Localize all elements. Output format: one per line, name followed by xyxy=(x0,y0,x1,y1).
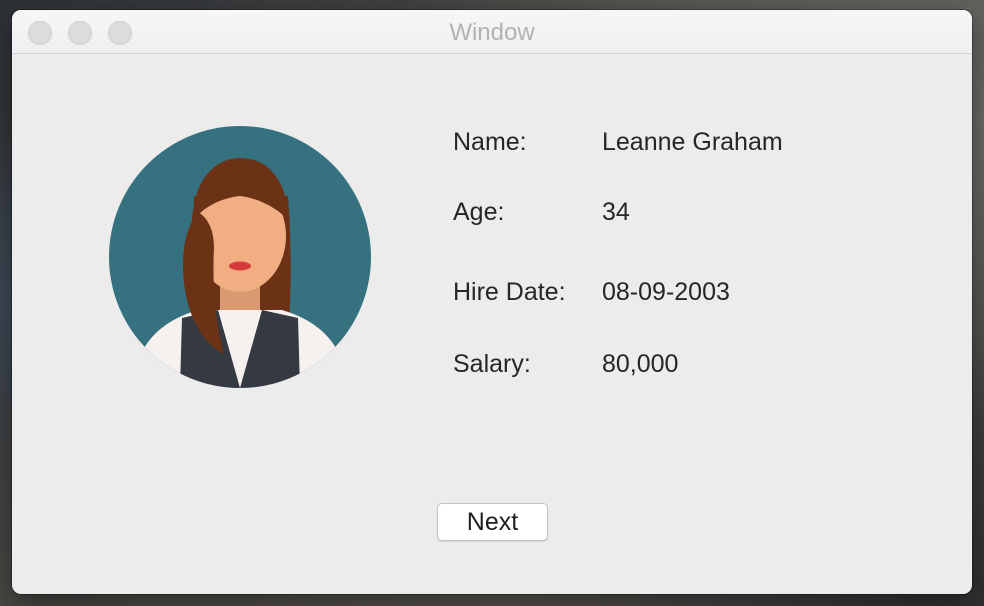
salary-value: 80,000 xyxy=(602,350,679,378)
title-bar[interactable]: Window xyxy=(12,10,972,54)
employee-avatar xyxy=(108,126,372,388)
name-value: Leanne Graham xyxy=(602,128,783,156)
age-label: Age: xyxy=(453,198,505,226)
name-label: Name: xyxy=(453,128,527,156)
age-value: 34 xyxy=(602,198,630,226)
app-window: Window Name: Leanne Graham Age: 34 Hire … xyxy=(12,10,972,594)
hire-date-label: Hire Date: xyxy=(453,278,566,306)
salary-label: Salary: xyxy=(453,350,531,378)
next-button[interactable]: Next xyxy=(437,503,548,541)
hire-date-value: 08-09-2003 xyxy=(602,278,730,306)
window-title: Window xyxy=(449,19,535,46)
